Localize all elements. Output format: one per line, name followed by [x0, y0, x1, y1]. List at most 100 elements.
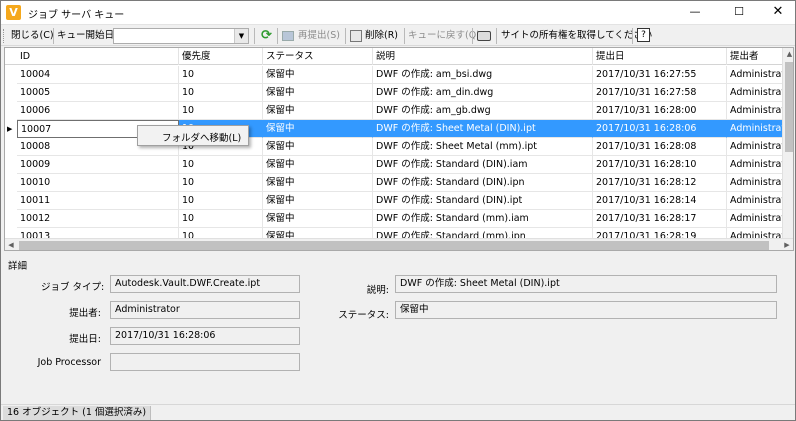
print-icon[interactable] [477, 31, 491, 41]
status-label: ステータス: [338, 310, 389, 321]
cell-submitter: Administrato [727, 156, 787, 174]
queue-start-date-combo[interactable]: ▼ [113, 28, 249, 44]
cell-submit-date: 2017/10/31 16:27:55 [593, 66, 727, 84]
table-row[interactable]: 10005 10 保留中 DWF の作成: am_din.dwg 2017/10… [5, 84, 787, 102]
cell-id: 10005 [17, 84, 179, 102]
cell-status: 保留中 [263, 84, 373, 102]
refresh-icon[interactable]: ⟳ [259, 28, 274, 43]
job-queue-grid: ID 優先度 ステータス 説明 提出日 提出者 10004 10 保留中 DWF… [4, 47, 794, 251]
cell-submitter: Administrato [727, 192, 787, 210]
cell-submit-date: 2017/10/31 16:28:12 [593, 174, 727, 192]
vertical-scrollbar[interactable]: ▲ [782, 48, 793, 238]
toolbar-separator [632, 28, 633, 44]
column-header-submit-date[interactable]: 提出日 [593, 48, 727, 65]
cell-description: DWF の作成: Standard (DIN).ipt [373, 192, 593, 210]
cell-submitter: Administrato [727, 66, 787, 84]
scroll-right-icon[interactable]: ▶ [781, 239, 793, 250]
scroll-up-icon[interactable]: ▲ [783, 48, 793, 60]
cell-description: DWF の作成: Standard (DIN).ipn [373, 174, 593, 192]
cell-priority: 10 [179, 84, 263, 102]
cell-submit-date: 2017/10/31 16:28:14 [593, 192, 727, 210]
cell-priority: 10 [179, 174, 263, 192]
cell-submit-date: 2017/10/31 16:28:00 [593, 102, 727, 120]
cell-priority: 10 [179, 192, 263, 210]
table-row[interactable]: 10012 10 保留中 DWF の作成: Standard (mm).iam … [5, 210, 787, 228]
cell-status: 保留中 [263, 156, 373, 174]
cell-submitter: Administrato [727, 210, 787, 228]
cell-submitter: Administrato [727, 102, 787, 120]
title-bar[interactable]: V ジョブ サーバ キュー — ☐ ✕ [1, 1, 795, 24]
window-title: ジョブ サーバ キュー [28, 10, 125, 21]
menu-item-move-to-folder[interactable]: フォルダへ移動(L) [162, 130, 241, 144]
column-header-priority[interactable]: 優先度 [179, 48, 263, 65]
column-header-status[interactable]: ステータス [263, 48, 373, 65]
maximize-button[interactable]: ☐ [722, 1, 756, 24]
description-label: 説明: [366, 285, 389, 296]
cell-submit-date: 2017/10/31 16:28:19 [593, 228, 727, 238]
resubmit-button[interactable]: 再提出(S) [298, 29, 340, 43]
cell-id: 10009 [17, 156, 179, 174]
table-row-selected[interactable]: 10007 10 保留中 DWF の作成: Sheet Metal (DIN).… [5, 120, 787, 138]
take-ownership-button[interactable]: サイトの所有権を取得してください [501, 29, 652, 43]
table-row[interactable]: 10009 10 保留中 DWF の作成: Standard (DIN).iam… [5, 156, 787, 174]
delete-icon [350, 30, 362, 42]
toolbar-separator [53, 28, 54, 44]
column-header-submitter[interactable]: 提出者 [727, 48, 787, 65]
scroll-left-icon[interactable]: ◀ [5, 239, 17, 250]
cell-description: DWF の作成: am_din.dwg [373, 84, 593, 102]
cell-id: 10006 [17, 102, 179, 120]
queue-start-label: キュー開始日: [57, 30, 118, 41]
job-type-label: ジョブ タイプ: [41, 282, 105, 293]
table-row[interactable]: 10013 10 保留中 DWF の作成: Standard (mm).ipn … [5, 228, 782, 238]
toolbar-separator [277, 28, 278, 44]
resubmit-icon [282, 31, 294, 41]
column-header-description[interactable]: 説明 [373, 48, 593, 65]
context-menu: フォルダへ移動(L) [137, 125, 249, 146]
horizontal-scrollbar[interactable]: ◀ ▶ [5, 238, 793, 250]
cell-submit-date: 2017/10/31 16:28:08 [593, 138, 727, 156]
cell-status: 保留中 [263, 174, 373, 192]
chevron-down-icon[interactable]: ▼ [234, 29, 248, 43]
delete-button[interactable]: 削除(R) [365, 29, 398, 43]
cell-description: DWF の作成: am_bsi.dwg [373, 66, 593, 84]
cell-submitter: Administrato [727, 228, 782, 238]
minimize-button[interactable]: — [678, 1, 712, 24]
job-server-queue-window: V ジョブ サーバ キュー — ☐ ✕ 閉じる(C) キュー開始日: ▼ ⟳ 再… [0, 0, 796, 421]
help-icon[interactable]: ? [637, 28, 650, 42]
table-row[interactable]: 10008 10 保留中 DWF の作成: Sheet Metal (mm).i… [5, 138, 787, 156]
cell-priority: 10 [179, 228, 263, 238]
cell-status: 保留中 [263, 192, 373, 210]
cell-submitter: Administrato [727, 120, 787, 138]
cell-description: DWF の作成: Sheet Metal (DIN).ipt [373, 120, 593, 138]
description-field[interactable]: DWF の作成: Sheet Metal (DIN).ipt [395, 275, 777, 293]
table-row[interactable]: 10011 10 保留中 DWF の作成: Standard (DIN).ipt… [5, 192, 787, 210]
job-type-field[interactable]: Autodesk.Vault.DWF.Create.ipt [110, 275, 300, 293]
cell-description: DWF の作成: Standard (DIN).iam [373, 156, 593, 174]
return-to-queue-button[interactable]: キューに戻す(Q) [408, 29, 480, 43]
toolbar-separator [496, 28, 497, 44]
cell-status: 保留中 [263, 102, 373, 120]
cell-id: 10004 [17, 66, 179, 84]
status-field[interactable]: 保留中 [395, 301, 777, 319]
close-button[interactable]: 閉じる(C) [11, 29, 54, 43]
toolbar-grip[interactable] [3, 29, 6, 43]
cell-status: 保留中 [263, 138, 373, 156]
horizontal-scroll-thumb[interactable] [19, 241, 769, 250]
table-row[interactable]: 10010 10 保留中 DWF の作成: Standard (DIN).ipn… [5, 174, 787, 192]
status-bar: 16 オブジェクト (1 個選択済み) [1, 404, 795, 420]
cell-status: 保留中 [263, 66, 373, 84]
column-header-id[interactable]: ID [17, 48, 179, 65]
job-processor-field[interactable] [110, 353, 300, 371]
table-row[interactable]: 10006 10 保留中 DWF の作成: am_gb.dwg 2017/10/… [5, 102, 787, 120]
cell-status: 保留中 [263, 120, 373, 138]
cell-priority: 10 [179, 210, 263, 228]
vertical-scroll-thumb[interactable] [785, 62, 793, 152]
submitter-field[interactable]: Administrator [110, 301, 300, 319]
toolbar: 閉じる(C) キュー開始日: ▼ ⟳ 再提出(S) 削除(R) キューに戻す(Q… [1, 24, 795, 46]
job-processor-label: Job Processor [37, 357, 101, 368]
close-window-button[interactable]: ✕ [761, 1, 795, 24]
table-row[interactable]: 10004 10 保留中 DWF の作成: am_bsi.dwg 2017/10… [5, 66, 787, 84]
submit-date-label: 提出日: [69, 334, 101, 345]
submit-date-field[interactable]: 2017/10/31 16:28:06 [110, 327, 300, 345]
cell-submit-date: 2017/10/31 16:27:58 [593, 84, 727, 102]
